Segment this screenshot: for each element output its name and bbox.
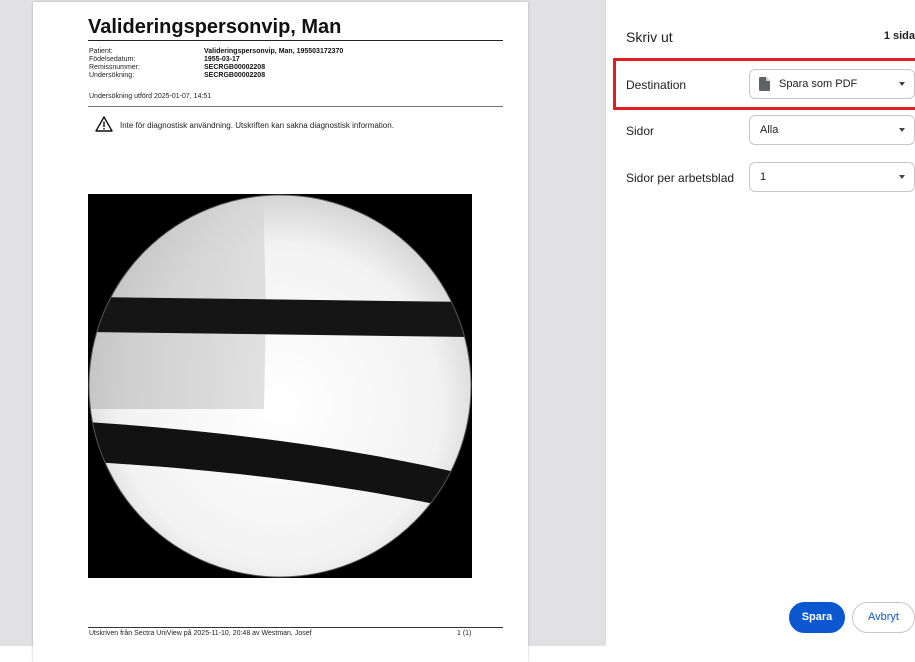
pages-per-sheet-value: 1 xyxy=(760,171,767,183)
pages-value: Alla xyxy=(760,124,779,136)
highlight-box xyxy=(613,58,915,110)
birthdate-label: Födelsedatum: xyxy=(89,56,136,63)
chevron-down-icon xyxy=(899,128,905,132)
birthdate-value: 1955-03-17 xyxy=(204,56,240,63)
cancel-button[interactable]: Avbryt xyxy=(852,602,915,633)
save-button[interactable]: Spara xyxy=(789,602,845,633)
print-preview-area: Valideringspersonvip, Man Patient: Valid… xyxy=(0,0,606,662)
patient-value: Valideringspersonvip, Man, 195503172370 xyxy=(204,48,344,55)
exam-label: Undersökning: xyxy=(89,72,135,79)
sheet-count: 1 sida xyxy=(883,30,915,42)
preview-page: Valideringspersonvip, Man Patient: Valid… xyxy=(33,2,528,662)
pages-per-sheet-label: Sidor per arbetsblad xyxy=(626,171,735,185)
warning-icon xyxy=(95,116,113,132)
info-divider xyxy=(88,106,503,107)
title-divider xyxy=(88,40,503,41)
exam-time: Undersökning utförd 2025-01-07, 14:51 xyxy=(89,93,212,100)
footer-page-number: 1 (1) xyxy=(457,630,472,637)
footer-divider xyxy=(88,627,503,628)
exam-value: SECRGB00002208 xyxy=(204,72,266,79)
pages-per-sheet-select[interactable]: 1 xyxy=(749,162,915,192)
referral-label: Remissnummer: xyxy=(89,64,140,71)
patient-label: Patient: xyxy=(89,48,113,55)
panel-title: Skriv ut xyxy=(626,29,673,45)
xray-image xyxy=(88,194,472,578)
chevron-down-icon xyxy=(899,175,905,179)
referral-value: SECRGB00002208 xyxy=(204,64,266,71)
warning-text: Inte för diagnostisk användning. Utskrif… xyxy=(120,121,394,130)
pages-select[interactable]: Alla xyxy=(749,115,915,145)
pages-label: Sidor xyxy=(626,124,655,138)
footer-text: Utskriven från Sectra UniView på 2025-11… xyxy=(89,630,312,637)
document-title: Valideringspersonvip, Man xyxy=(88,16,342,38)
